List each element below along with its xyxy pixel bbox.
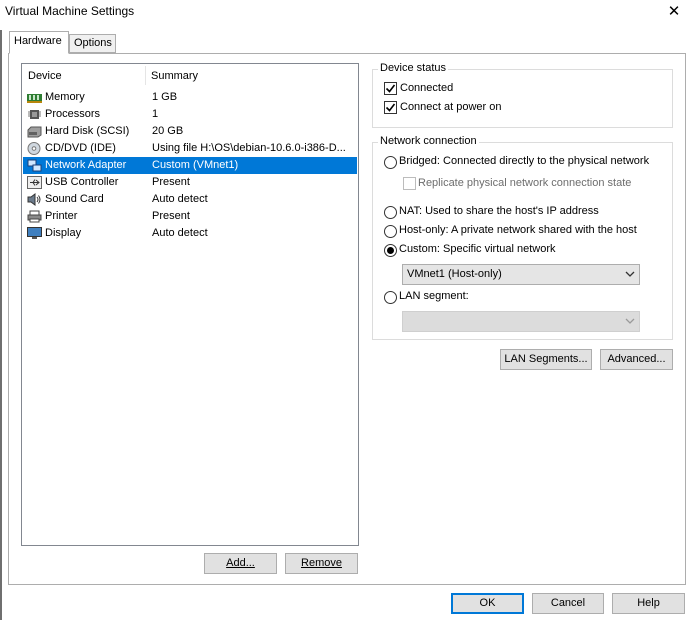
device-row-memory[interactable]: Memory 1 GB [23, 89, 357, 106]
help-button[interactable]: Help [612, 593, 685, 614]
device-row-printer[interactable]: Printer Present [23, 208, 357, 225]
chevron-down-icon [625, 316, 635, 329]
tab-hardware-label: Hardware [14, 35, 62, 47]
tab-options[interactable]: Options [69, 34, 116, 53]
network-connection-title: Network connection [378, 135, 479, 147]
device-summary: Present [152, 210, 190, 222]
advanced-button[interactable]: Advanced... [600, 349, 673, 370]
cd-dvd-icon [27, 142, 42, 155]
cancel-button[interactable]: Cancel [532, 593, 604, 614]
device-summary: 1 GB [152, 91, 178, 103]
window-title: Virtual Machine Settings [5, 4, 135, 18]
host-only-label[interactable]: Host-only: A private network shared with… [399, 224, 637, 236]
connected-checkbox[interactable] [384, 82, 397, 95]
lan-segments-button-label: LAN Segments... [504, 353, 588, 365]
replicate-state-checkbox[interactable] [403, 177, 416, 190]
device-name: Network Adapter [45, 159, 127, 171]
device-name: Display [45, 227, 82, 239]
device-summary: Custom (VMnet1) [152, 159, 239, 171]
device-name: Processors [45, 108, 101, 120]
tab-options-label: Options [74, 37, 112, 49]
memory-icon [27, 91, 42, 104]
device-row-cd-dvd[interactable]: CD/DVD (IDE) Using file H:\OS\debian-10.… [23, 140, 357, 157]
custom-label[interactable]: Custom: Specific virtual network [399, 243, 556, 255]
lan-segments-button[interactable]: LAN Segments... [500, 349, 592, 370]
device-name: Memory [45, 91, 85, 103]
column-separator[interactable] [145, 66, 146, 85]
device-summary: Using file H:\OS\debian-10.6.0-i386-D... [152, 142, 346, 154]
add-device-button[interactable]: Add... [204, 553, 277, 574]
remove-button-label: Remove [301, 557, 342, 569]
nat-radio[interactable] [384, 206, 397, 219]
device-row-usb-controller[interactable]: USB Controller Present [23, 174, 357, 191]
lan-segment-radio[interactable] [384, 291, 397, 304]
column-header-summary[interactable]: Summary [151, 70, 198, 86]
nat-label[interactable]: NAT: Used to share the host's IP address [399, 205, 599, 217]
lan-segment-select[interactable] [402, 311, 640, 332]
ok-button[interactable]: OK [451, 593, 524, 614]
device-status-group [372, 69, 673, 128]
sound-card-icon [27, 193, 42, 206]
window-edge [0, 30, 2, 620]
device-name: Hard Disk (SCSI) [45, 125, 130, 137]
device-row-hard-disk[interactable]: Hard Disk (SCSI) 20 GB [23, 123, 357, 140]
connect-at-power-on-checkbox[interactable] [384, 101, 397, 114]
add-button-label: Add... [226, 557, 255, 569]
hard-disk-icon [27, 125, 42, 138]
connect-at-power-on-label[interactable]: Connect at power on [400, 101, 502, 113]
processor-icon [27, 108, 42, 121]
device-summary: Auto detect [152, 193, 208, 205]
remove-device-button[interactable]: Remove [285, 553, 358, 574]
close-icon[interactable]: ✕ [663, 2, 685, 22]
device-summary: 1 [152, 108, 159, 120]
device-summary: Auto detect [152, 227, 208, 239]
device-name: CD/DVD (IDE) [45, 142, 116, 154]
device-list[interactable]: Device Summary Memory 1 GB Processors 1 … [21, 63, 359, 546]
custom-network-select[interactable]: VMnet1 (Host-only) [402, 264, 640, 285]
column-header-device[interactable]: Device [28, 70, 62, 86]
radio-selected-dot [387, 247, 394, 254]
device-row-sound-card[interactable]: Sound Card Auto detect [23, 191, 357, 208]
help-button-label: Help [637, 597, 660, 609]
usb-icon [27, 176, 42, 189]
device-status-title: Device status [378, 62, 449, 74]
device-summary: Present [152, 176, 190, 188]
ok-button-label: OK [479, 597, 496, 609]
device-row-display[interactable]: Display Auto detect [23, 225, 357, 242]
device-row-processors[interactable]: Processors 1 [23, 106, 357, 123]
device-summary: 20 GB [152, 125, 184, 137]
device-name: Sound Card [45, 193, 104, 205]
device-name: Printer [45, 210, 78, 222]
bridged-radio[interactable] [384, 156, 397, 169]
advanced-button-label: Advanced... [607, 353, 666, 365]
custom-radio[interactable] [384, 244, 397, 257]
display-icon [27, 227, 42, 240]
bridged-label[interactable]: Bridged: Connected directly to the physi… [399, 155, 649, 167]
connected-label[interactable]: Connected [400, 82, 453, 94]
printer-icon [27, 210, 42, 223]
cancel-button-label: Cancel [550, 597, 586, 609]
chevron-down-icon [625, 269, 635, 282]
device-row-network-adapter[interactable]: Network Adapter Custom (VMnet1) [23, 157, 357, 174]
replicate-state-label[interactable]: Replicate physical network connection st… [418, 177, 631, 189]
custom-network-value: VMnet1 (Host-only) [407, 268, 502, 280]
device-name: USB Controller [45, 176, 119, 188]
network-adapter-icon [27, 159, 42, 172]
lan-segment-label[interactable]: LAN segment: [399, 290, 469, 302]
host-only-radio[interactable] [384, 225, 397, 238]
tab-hardware[interactable]: Hardware [9, 31, 69, 54]
